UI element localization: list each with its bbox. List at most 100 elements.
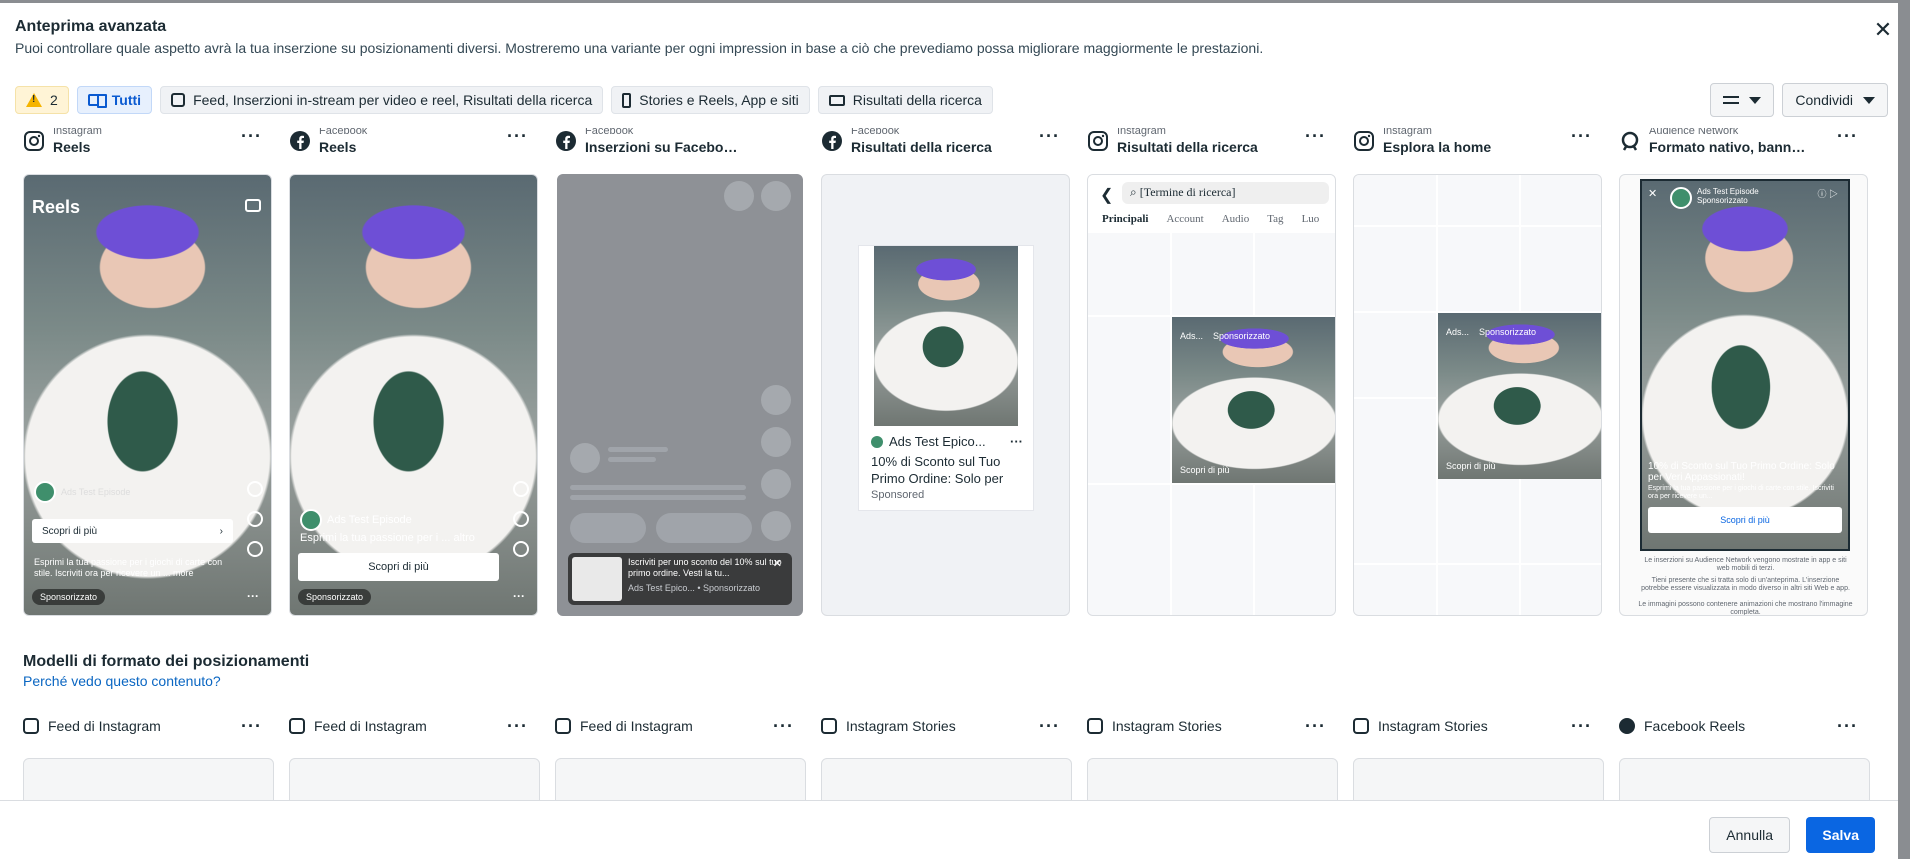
filter-feed-label: Feed, Inserzioni in-stream per video e r…: [193, 92, 593, 108]
instagram-icon: [1354, 131, 1374, 151]
feed-icon: [171, 93, 186, 107]
more-options-icon[interactable]: ···: [1571, 128, 1592, 145]
more-options-icon[interactable]: ···: [1837, 717, 1858, 735]
search-ad[interactable]: Ads Test Epico... ··· 10% di Sconto sul …: [858, 245, 1034, 511]
more-options-icon[interactable]: ···: [1039, 717, 1060, 735]
placement-facebook-reels: Facebook Reels ··· Ads Test Episode Espr…: [289, 128, 540, 616]
more-icon[interactable]: ···: [1010, 434, 1023, 449]
back-icon[interactable]: ❮: [1100, 185, 1113, 205]
chevron-down-icon: [1749, 96, 1762, 104]
preview-card[interactable]: Ads Test Epico... ··· 10% di Sconto sul …: [821, 174, 1070, 616]
cta-label: Scopri di più: [368, 561, 429, 573]
close-icon[interactable]: ✕: [773, 559, 782, 570]
ad-tile[interactable]: Ads... Sponsorizzato Scopri di più: [1438, 313, 1601, 479]
preview-card[interactable]: Ads... Sponsorizzato Scopri di più: [1353, 174, 1602, 616]
dialog-title: Anteprima avanzata: [15, 18, 167, 35]
filter-search[interactable]: Risultati della ricerca: [817, 86, 993, 114]
more-options-icon[interactable]: ···: [507, 128, 528, 145]
template-item: Feed di Instagram ···: [289, 714, 540, 818]
cta-button[interactable]: Scopri di più: [298, 553, 499, 581]
placement-meta: Instagram Risultati della ricerca: [1117, 128, 1277, 157]
instagram-icon: [1353, 718, 1369, 734]
close-icon[interactable]: ✕: [1871, 18, 1895, 42]
skeleton-avatar: [570, 443, 600, 473]
template-header: Instagram Stories ···: [1353, 714, 1604, 738]
native-ad-frame[interactable]: ✕ Ads Test Episode Sponsorizzato ⓘ ▷ 10% …: [1640, 179, 1850, 551]
account-name: Ads Test Episode: [327, 514, 412, 526]
more-options-icon[interactable]: ···: [507, 717, 528, 735]
scrollbar[interactable]: [1898, 0, 1910, 859]
template-name: Feed di Instagram: [314, 718, 427, 734]
why-link[interactable]: Perché vedo questo contenuto?: [23, 673, 309, 689]
more-options-icon[interactable]: ···: [241, 717, 262, 735]
like-icon: [513, 481, 529, 497]
placement-instagram-reels: Instagram Reels ··· Reels Ads Test Episo…: [23, 128, 274, 616]
template-name: Feed di Instagram: [48, 718, 161, 734]
share-icon: [513, 541, 529, 557]
grid-divider: [1088, 483, 1335, 485]
ad-tile[interactable]: Ads... Sponsorizzato Scopri di più: [1172, 317, 1335, 483]
animation-note: Le immagini possono contenere animazioni…: [1638, 601, 1853, 616]
more-options-icon[interactable]: ···: [1837, 128, 1858, 145]
search-input[interactable]: ⌕ [Termine di ricerca]: [1122, 182, 1329, 204]
more-options-icon[interactable]: ···: [773, 717, 794, 735]
ad-image: [1438, 313, 1601, 479]
skeleton-line: [608, 457, 656, 462]
placement-name: Reels: [319, 139, 357, 155]
skeleton-line: [570, 485, 746, 490]
more-options-icon[interactable]: ···: [1305, 717, 1326, 735]
view-settings-button[interactable]: [1710, 83, 1775, 117]
toolbar: Condividi: [1710, 83, 1888, 117]
tab-account[interactable]: Account: [1166, 213, 1203, 225]
facebook-icon: [290, 131, 310, 151]
warnings-chip[interactable]: 2: [15, 86, 69, 114]
tab-audio[interactable]: Audio: [1222, 213, 1250, 225]
grid-divider: [1354, 225, 1601, 227]
share-button[interactable]: Condividi: [1782, 83, 1888, 117]
more-options-icon[interactable]: ···: [1571, 717, 1592, 735]
share-label: Condividi: [1795, 92, 1853, 108]
tab-principali[interactable]: Principali: [1102, 213, 1148, 225]
filter-all[interactable]: Tutti: [76, 86, 153, 114]
template-item: Feed di Instagram ···: [555, 714, 806, 818]
preview-card[interactable]: Ads... Sponsorizzato Scopri di più ❮ ⌕ […: [1087, 174, 1336, 616]
preview-area[interactable]: Instagram Reels ··· Reels Ads Test Episo…: [0, 128, 1898, 800]
placement-platform: Facebook: [585, 128, 634, 137]
ad-text: Esprimi la tua passione per i giochi di …: [34, 557, 223, 578]
close-icon[interactable]: ✕: [1648, 187, 1657, 200]
tab-tag[interactable]: Tag: [1267, 213, 1283, 225]
more-options-icon[interactable]: ···: [1039, 128, 1060, 145]
cta-label: Scopri di più: [42, 525, 98, 537]
preview-card[interactable]: Ads Test Episode Esprimi la tua passione…: [289, 174, 538, 616]
filter-stories[interactable]: Stories e Reels, App e siti: [611, 86, 810, 114]
story-ad-notification[interactable]: Iscriviti per uno sconto del 10% sul tuo…: [568, 553, 792, 605]
preview-card[interactable]: Iscriviti per uno sconto del 10% sul tuo…: [557, 174, 803, 616]
placement-instagram-search: Instagram Risultati della ricerca ··· Ad…: [1087, 128, 1338, 616]
info-icon[interactable]: ⓘ ▷: [1817, 187, 1838, 200]
dialog-header: Anteprima avanzata Puoi controllare qual…: [15, 18, 1892, 57]
cta-button[interactable]: Scopri di più: [1648, 507, 1842, 533]
save-button[interactable]: Salva: [1806, 817, 1875, 853]
tab-luoghi[interactable]: Luo: [1302, 213, 1320, 225]
more-options-icon[interactable]: ···: [241, 128, 262, 145]
placement-header: Instagram Esplora la home ···: [1353, 128, 1604, 164]
template-header: Feed di Instagram ···: [555, 714, 806, 738]
placement-meta: Instagram Reels: [53, 128, 213, 157]
skeleton-avatar: [724, 181, 754, 211]
cta-button[interactable]: Scopri di più ›: [32, 519, 233, 543]
preview-card[interactable]: ✕ Ads Test Episode Sponsorizzato ⓘ ▷ 10% …: [1619, 174, 1868, 616]
placement-facebook-search: Facebook Risultati della ricerca ··· Ads…: [821, 128, 1072, 616]
placement-header: Facebook Risultati della ricerca ···: [821, 128, 1072, 164]
instagram-icon: [289, 718, 305, 734]
template-name: Facebook Reels: [1644, 718, 1746, 734]
preview-card[interactable]: Reels Ads Test Episode Scopri di più › E…: [23, 174, 272, 616]
more-options-icon[interactable]: ···: [1305, 128, 1326, 145]
placement-platform: Instagram: [1383, 128, 1432, 137]
reels-label: Reels: [32, 197, 81, 217]
dialog-subtitle: Puoi controllare quale aspetto avrà la t…: [15, 40, 1264, 56]
filter-feed[interactable]: Feed, Inserzioni in-stream per video e r…: [160, 86, 604, 114]
reel-actions: [247, 481, 263, 557]
tile-account: Ads... Sponsorizzato: [1446, 327, 1537, 337]
avatar: [871, 435, 883, 448]
cancel-button[interactable]: Annulla: [1709, 817, 1790, 853]
